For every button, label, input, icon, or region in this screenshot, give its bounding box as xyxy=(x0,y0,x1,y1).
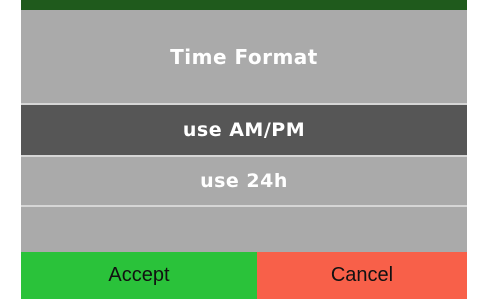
option-use-am-pm[interactable]: use AM/PM xyxy=(21,105,467,155)
background-app-strip xyxy=(21,0,467,10)
dialog-title: Time Format xyxy=(170,44,318,69)
accept-button[interactable]: Accept xyxy=(21,252,257,299)
option-use-24h[interactable]: use 24h xyxy=(21,157,467,205)
options-bottom-divider xyxy=(21,205,467,207)
cancel-button[interactable]: Cancel xyxy=(257,252,467,299)
time-format-dialog: Time Format use AM/PM use 24h Accept Can… xyxy=(21,0,467,299)
